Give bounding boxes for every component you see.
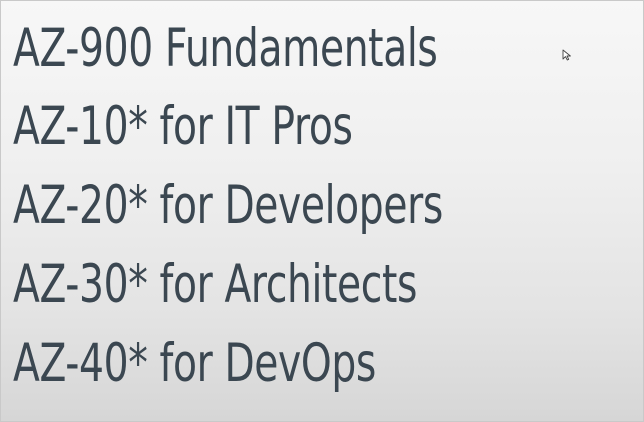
slide-line-az-900: AZ-900 Fundamentals [13,18,438,79]
presentation-slide: AZ-900 Fundamentals AZ-10* for IT Pros A… [0,0,644,422]
slide-line-az-30x: AZ-30* for Architects [13,254,418,315]
slide-line-az-20x: AZ-20* for Developers [13,175,443,236]
mouse-pointer-icon [562,49,571,61]
slide-line-az-40x: AZ-40* for DevOps [13,333,376,394]
slide-line-az-10x: AZ-10* for IT Pros [13,96,353,157]
